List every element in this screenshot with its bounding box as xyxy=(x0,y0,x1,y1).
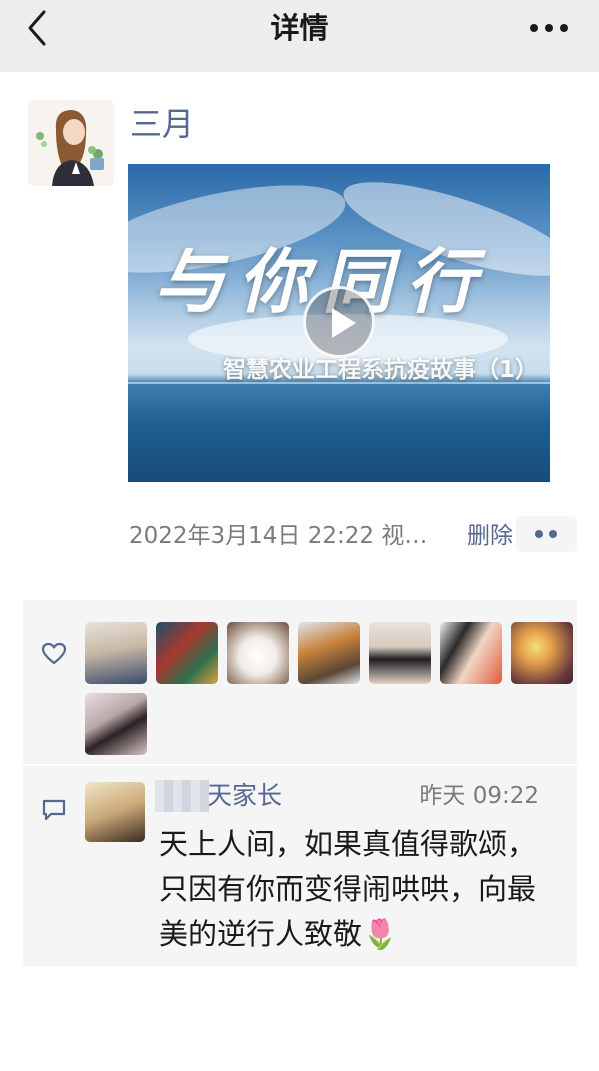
liker-avatar[interactable] xyxy=(298,622,360,684)
delete-link[interactable]: 删除 xyxy=(467,518,513,554)
play-button[interactable] xyxy=(303,286,375,358)
liker-avatar[interactable] xyxy=(227,622,289,684)
more-button[interactable] xyxy=(529,18,569,38)
liker-avatar[interactable] xyxy=(156,622,218,684)
likes-panel xyxy=(23,600,577,764)
liker-avatar[interactable] xyxy=(369,622,431,684)
liker-avatar[interactable] xyxy=(440,622,502,684)
liker-avatar[interactable] xyxy=(85,693,147,755)
top-bar: 详情 xyxy=(0,0,599,72)
comment-panel: 天家长 昨天 09:22 天上人间，如果真值得歌颂，只因有你而变得闹哄哄，向最美… xyxy=(23,766,577,966)
video-thumbnail[interactable]: 与你同行 智慧农业工程系抗疫故事（1） xyxy=(128,164,550,482)
author-avatar[interactable] xyxy=(28,100,114,186)
more-horizontal-icon xyxy=(530,24,568,32)
post-timestamp[interactable]: 2022年3月14日 22:22 视… xyxy=(129,518,427,554)
comment-text[interactable]: 天上人间，如果真值得歌颂，只因有你而变得闹哄哄，向最美的逆行人致敬🌷 xyxy=(159,822,549,957)
author-name[interactable]: 三月 xyxy=(130,104,194,144)
page-title: 详情 xyxy=(270,11,329,45)
liker-avatar[interactable] xyxy=(85,622,147,684)
video-subtitle: 智慧农业工程系抗疫故事（1） xyxy=(222,357,538,383)
two-dots-icon xyxy=(535,530,557,538)
commenter-name-text: 天家长 xyxy=(207,781,283,810)
heart-outline-icon xyxy=(41,642,67,665)
commenter-avatar[interactable] xyxy=(85,782,145,842)
speech-bubble-icon xyxy=(42,799,66,821)
comment-time: 昨天 09:22 xyxy=(419,783,539,809)
liker-avatar[interactable] xyxy=(511,622,573,684)
post-actions-button[interactable] xyxy=(516,516,577,552)
mosaic-mask xyxy=(155,780,209,812)
play-icon xyxy=(332,308,356,338)
